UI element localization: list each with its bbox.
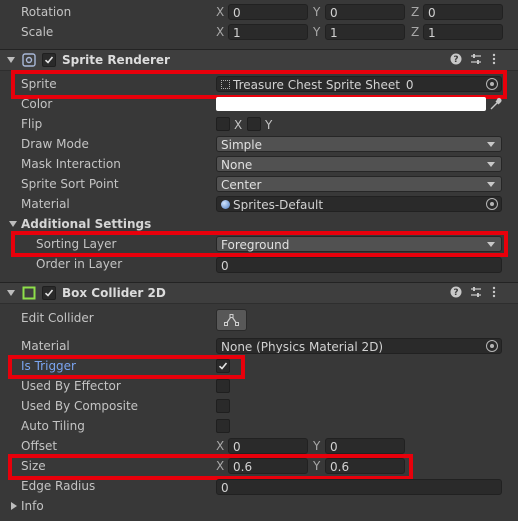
sprite-renderer-component-icon: [22, 53, 36, 67]
offset-y-axis-label: Y: [313, 439, 321, 453]
scale-x-axis-label: X: [216, 25, 225, 39]
used-by-composite-checkbox[interactable]: [216, 399, 230, 413]
color-label: Color: [21, 97, 53, 111]
mask-interaction-dropdown[interactable]: None: [216, 156, 502, 172]
help-icon[interactable]: ?: [450, 286, 462, 301]
dropdown-arrow-icon: [487, 142, 495, 147]
box-collider-title: Box Collider 2D: [62, 286, 166, 300]
sprite-sort-point-label: Sprite Sort Point: [21, 177, 119, 191]
context-menu-icon[interactable]: [492, 286, 496, 301]
rotation-label: Rotation: [21, 5, 72, 19]
svg-text:?: ?: [453, 288, 458, 298]
material-object-field[interactable]: Sprites-Default: [216, 196, 502, 212]
material-value: Sprites-Default: [233, 198, 324, 212]
sprite-sort-point-dropdown[interactable]: Center: [216, 176, 502, 192]
material-label: Material: [21, 197, 70, 211]
edit-collider-icon: [224, 314, 239, 326]
color-swatch[interactable]: [216, 97, 486, 111]
flip-label: Flip: [21, 117, 43, 131]
offset-y-field[interactable]: 0: [325, 438, 405, 454]
offset-label: Offset: [21, 439, 58, 453]
offset-x-axis-label: X: [216, 439, 225, 453]
object-picker-icon[interactable]: [486, 198, 498, 210]
edge-radius-label: Edge Radius: [21, 479, 96, 493]
draw-mode-value: Simple: [221, 138, 262, 152]
sprite-highlight-box: [11, 70, 507, 99]
rotation-y-axis-label: Y: [313, 5, 321, 19]
fold-arrow-down-icon[interactable]: [9, 221, 17, 227]
fold-arrow-down-icon[interactable]: [7, 57, 15, 63]
flip-y-label: Y: [265, 118, 273, 132]
scale-y-field[interactable]: 1: [325, 24, 405, 40]
order-in-layer-field[interactable]: 0: [216, 257, 502, 273]
context-menu-icon[interactable]: [492, 53, 496, 68]
scale-y-axis-label: Y: [313, 25, 321, 39]
collider-material-object-field[interactable]: None (Physics Material 2D): [216, 338, 502, 354]
edge-radius-field[interactable]: 0: [216, 479, 502, 495]
draw-mode-label: Draw Mode: [21, 137, 89, 151]
svg-text:?: ?: [453, 55, 458, 65]
fold-arrow-right-icon[interactable]: [11, 502, 17, 510]
sprite-renderer-title: Sprite Renderer: [62, 53, 170, 67]
auto-tiling-checkbox[interactable]: [216, 419, 230, 433]
used-by-effector-label: Used By Effector: [21, 379, 121, 393]
object-picker-icon[interactable]: [486, 340, 498, 352]
presets-icon[interactable]: [470, 286, 482, 301]
rotation-x-field[interactable]: 0: [228, 4, 308, 20]
scale-label: Scale: [21, 25, 54, 39]
scale-z-field[interactable]: 1: [423, 24, 503, 40]
scale-x-field[interactable]: 1: [228, 24, 308, 40]
material-asset-icon: [221, 200, 230, 209]
sprite-renderer-enabled-checkbox[interactable]: [42, 53, 56, 67]
rotation-y-field[interactable]: 0: [325, 4, 405, 20]
eyedropper-icon[interactable]: [489, 97, 502, 111]
mask-interaction-value: None: [221, 158, 253, 172]
box-collider-component-icon: [22, 286, 36, 300]
order-in-layer-label: Order in Layer: [36, 257, 123, 271]
help-icon[interactable]: ?: [450, 53, 462, 68]
fold-arrow-down-icon[interactable]: [7, 290, 15, 296]
is-trigger-highlight-box: [8, 355, 245, 379]
flip-x-label: X: [234, 118, 243, 132]
collider-material-label: Material: [21, 339, 70, 353]
draw-mode-dropdown[interactable]: Simple: [216, 136, 502, 152]
sprite-sort-point-value: Center: [221, 178, 262, 192]
auto-tiling-label: Auto Tiling: [21, 419, 85, 433]
used-by-effector-checkbox[interactable]: [216, 379, 230, 393]
scale-z-axis-label: Z: [411, 25, 420, 39]
sprite-renderer-header[interactable]: Sprite Renderer ?: [0, 49, 518, 71]
used-by-composite-label: Used By Composite: [21, 399, 139, 413]
rotation-z-field[interactable]: 0: [423, 4, 503, 20]
dropdown-arrow-icon: [487, 162, 495, 167]
sorting-layer-highlight-box: [11, 231, 508, 257]
collider-material-value: None (Physics Material 2D): [221, 340, 384, 354]
flip-x-checkbox[interactable]: [216, 117, 230, 131]
edit-collider-button[interactable]: [216, 309, 247, 331]
box-collider-header[interactable]: Box Collider 2D ?: [0, 282, 518, 304]
offset-x-field[interactable]: 0: [228, 438, 308, 454]
dropdown-arrow-icon: [487, 182, 495, 187]
presets-icon[interactable]: [470, 53, 482, 68]
box-collider-enabled-checkbox[interactable]: [42, 286, 56, 300]
flip-y-checkbox[interactable]: [247, 117, 261, 131]
rotation-x-axis-label: X: [216, 5, 225, 19]
edit-collider-label: Edit Collider: [21, 311, 94, 325]
mask-interaction-label: Mask Interaction: [21, 157, 121, 171]
rotation-z-axis-label: Z: [411, 5, 420, 19]
info-foldout[interactable]: Info: [21, 497, 44, 515]
